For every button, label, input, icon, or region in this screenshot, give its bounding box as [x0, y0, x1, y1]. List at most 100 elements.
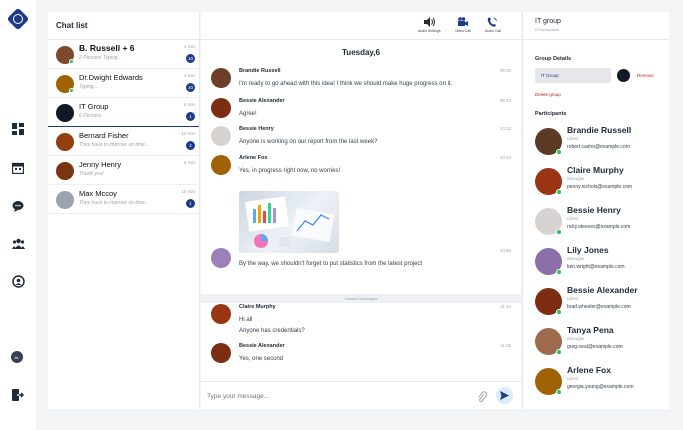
- message-avatar: [211, 155, 231, 175]
- message-avatar: [211, 304, 231, 324]
- chat-time: 8 min: [183, 160, 195, 165]
- group-details-heading: Group Details: [535, 56, 572, 62]
- message-time: 10:34: [499, 155, 511, 160]
- message-line: Yes, in progress right now, no worries!: [239, 168, 341, 174]
- message-time: 10:22: [499, 126, 511, 131]
- dashboard-icon[interactable]: [11, 122, 25, 136]
- message-avatar: [211, 248, 231, 268]
- message-sender: Claire Murphy: [239, 304, 276, 310]
- chat-name: Dr.Dwight Edwards: [79, 73, 143, 82]
- online-indicator: [556, 309, 562, 315]
- participant-role: Client: [567, 136, 579, 141]
- message-line: Yes, one second: [239, 356, 284, 362]
- message-line: By the way, we shouldn't forget to put s…: [239, 261, 423, 267]
- chat-preview: Typing...: [79, 84, 98, 90]
- participant-item[interactable]: Brandie Russell Client robert.castro@examp…: [535, 125, 665, 161]
- chat-time: 10 min: [181, 189, 195, 194]
- online-indicator: [69, 59, 74, 64]
- support-icon[interactable]: [11, 274, 25, 288]
- chat-list-item[interactable]: Jenny Henry Thank you! 8 min: [48, 156, 199, 185]
- phone-icon: [488, 17, 498, 27]
- online-indicator: [556, 349, 562, 355]
- chat-list-title: Chat list: [48, 12, 199, 40]
- participant-email: georgia.young@example.com: [567, 384, 634, 390]
- calendar-icon[interactable]: [11, 161, 25, 175]
- chat-list-item[interactable]: IT Group 6 Persons 8 min 1: [48, 98, 199, 127]
- group-subtitle: 6 Participants: [535, 27, 560, 32]
- chat-preview: 2 Persons Typing...: [79, 55, 122, 61]
- remove-button[interactable]: Remove: [637, 73, 654, 78]
- message-avatar: [211, 126, 231, 146]
- video-camera-icon: [458, 17, 469, 26]
- shared-image[interactable]: [239, 191, 339, 253]
- online-indicator: [556, 229, 562, 235]
- message-text: I'm ready to go ahead with this idea! I …: [239, 79, 452, 90]
- audio-settings-button[interactable]: Audio Settings: [418, 17, 441, 33]
- message-avatar: [211, 68, 231, 88]
- message-time: 11:15: [500, 343, 511, 348]
- attachment-icon[interactable]: [477, 390, 488, 408]
- chat-list-item[interactable]: Max Mccoy They have to improve on time...…: [48, 185, 199, 214]
- message-avatar: [211, 98, 231, 118]
- group-avatar: [617, 69, 630, 82]
- chat-list-item[interactable]: Bernard Fisher They have to improve on ti…: [48, 127, 199, 156]
- team-icon[interactable]: [11, 236, 25, 250]
- message-line: Agree!: [239, 111, 257, 117]
- logout-icon[interactable]: [11, 388, 25, 402]
- participant-item[interactable]: Bessie Alexander Client brad.wheeler@examp…: [535, 285, 665, 321]
- participant-email: ricky.steeves@example.com: [567, 224, 631, 230]
- avatar-icon[interactable]: AL: [11, 351, 23, 363]
- delete-group-button[interactable]: Delete group: [535, 92, 561, 97]
- user-initials: AL: [14, 354, 20, 360]
- participant-item[interactable]: Claire Murphy Manager penny.nichols@exampl…: [535, 165, 665, 201]
- participant-email: greg.neal@example.com: [567, 344, 623, 350]
- message-composer: [201, 381, 521, 409]
- participant-email: brad.wheeler@example.com: [567, 304, 631, 310]
- chat-preview: Thank you!: [79, 171, 104, 177]
- participant-name: Arlene Fox: [567, 365, 611, 375]
- message-text: Agree!: [239, 109, 257, 120]
- online-indicator: [556, 149, 562, 155]
- message-line: Hi all: [239, 317, 253, 323]
- message-line: Anyone is working on our report from the…: [239, 139, 378, 145]
- chat-list-item[interactable]: B. Russell + 6 2 Persons Typing... 4 min 10: [48, 40, 199, 69]
- send-button[interactable]: [496, 387, 513, 404]
- chat-avatar: [56, 133, 74, 151]
- chat-avatar: [56, 191, 74, 209]
- message-line: Anyone has credentials?: [239, 328, 305, 334]
- message-sender: Arlene Fox: [239, 155, 268, 161]
- message-time: 09:34: [499, 98, 511, 103]
- message-sender: Bessie Alexander: [239, 98, 285, 104]
- chat-list-item[interactable]: Dr.Dwight Edwards Typing... 4 min 10: [48, 69, 199, 98]
- participant-name: Bessie Henry: [567, 205, 621, 215]
- participant-role: Manager: [567, 256, 585, 261]
- chat-time: 4 min: [183, 73, 195, 78]
- participant-name: Brandie Russell: [567, 125, 632, 135]
- video-call-button[interactable]: Video Call: [455, 17, 471, 33]
- participant-item[interactable]: Tanya Pena Manager greg.neal@example.com: [535, 325, 665, 361]
- chat-preview: They have to improve on time...: [79, 142, 150, 148]
- chat-list-items: B. Russell + 6 2 Persons Typing... 4 min 10…: [48, 40, 199, 214]
- participant-item[interactable]: Arlene Fox Client georgia.young@example.co…: [535, 365, 665, 401]
- participant-name: Lily Jones: [567, 245, 609, 255]
- message-line: I'm ready to go ahead with this idea! I …: [239, 81, 453, 87]
- chat-icon[interactable]: [11, 199, 25, 213]
- logo-ring: [13, 14, 23, 24]
- unread-badge: 10: [186, 83, 195, 92]
- participant-role: Client: [567, 376, 579, 381]
- unread-badge: 2: [186, 141, 195, 150]
- message-input[interactable]: [207, 390, 457, 402]
- unread-badge: 10: [186, 54, 195, 63]
- chat-preview: They have to improve on time...: [79, 200, 150, 206]
- chat-name: Max Mccoy: [79, 189, 117, 198]
- group-name-field[interactable]: IT Group: [535, 68, 611, 83]
- video-call-label: Video Call: [455, 29, 471, 33]
- audio-call-button[interactable]: Audio Call: [485, 17, 501, 33]
- participant-item[interactable]: Bessie Henry Client ricky.steeves@example.…: [535, 205, 665, 241]
- chat-time: 8 min: [183, 102, 195, 107]
- unread-badge: 1: [186, 199, 195, 208]
- participant-email: penny.nichols@example.com: [567, 184, 633, 190]
- participant-item[interactable]: Lily Jones Manager ken.wright@example.com: [535, 245, 665, 281]
- online-indicator: [556, 389, 562, 395]
- online-indicator: [69, 88, 74, 93]
